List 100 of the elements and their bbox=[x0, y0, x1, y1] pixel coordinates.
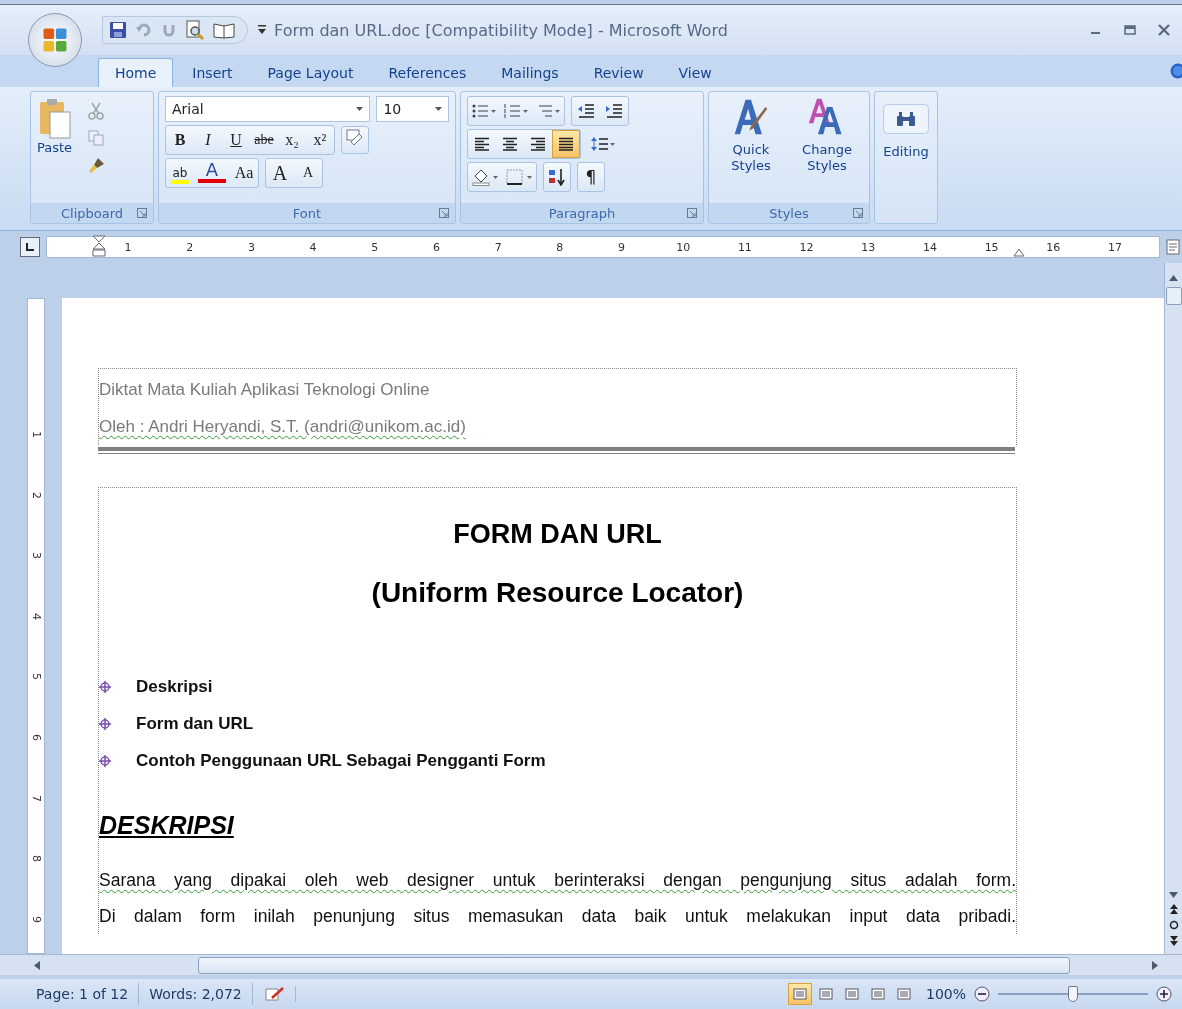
dialog-launcher-icon[interactable] bbox=[439, 208, 449, 218]
ribbon-tab[interactable]: Page Layout bbox=[251, 59, 370, 87]
ribbon-tab[interactable]: References bbox=[372, 59, 483, 87]
eraser-icon bbox=[346, 129, 364, 147]
font-name-field[interactable]: Arial bbox=[165, 96, 371, 122]
font-color-button[interactable]: A bbox=[198, 159, 226, 183]
bullet-icon bbox=[99, 717, 111, 730]
header-text: Diktat Mata Kuliah Aplikasi Teknologi Online bbox=[99, 379, 430, 401]
book-icon[interactable] bbox=[213, 21, 235, 39]
border-icon bbox=[506, 168, 532, 186]
paint-bucket-icon bbox=[472, 168, 498, 186]
page-count[interactable]: Page: 1 of 12 bbox=[26, 983, 140, 1005]
ruler-number: 13 bbox=[860, 240, 877, 254]
print-preview-icon[interactable] bbox=[185, 20, 205, 40]
dropdown-icon[interactable] bbox=[435, 107, 442, 111]
ribbon-tab[interactable]: View bbox=[662, 59, 728, 87]
horizontal-scrollbar[interactable] bbox=[0, 954, 1182, 975]
ruler-number: 1 bbox=[123, 240, 133, 254]
sort-button[interactable] bbox=[543, 162, 571, 192]
change-case-button[interactable]: Aa bbox=[230, 159, 258, 187]
styles-button[interactable]: Quick Styles bbox=[716, 96, 786, 197]
ribbon-tab[interactable]: Insert bbox=[176, 59, 249, 87]
ruler-number: 11 bbox=[736, 240, 753, 254]
close-icon[interactable] bbox=[1158, 24, 1170, 36]
align-button[interactable] bbox=[552, 130, 580, 158]
previous-page-icon[interactable] bbox=[1169, 904, 1178, 914]
ruler-number: 3 bbox=[30, 552, 42, 560]
dialog-launcher-icon[interactable] bbox=[137, 208, 147, 218]
font-size-field[interactable]: 10 bbox=[376, 96, 449, 122]
ruler-number: 6 bbox=[431, 240, 441, 254]
zoom-level[interactable]: 100% bbox=[925, 986, 966, 1002]
right-indent-marker-icon[interactable] bbox=[1013, 247, 1025, 257]
format-button[interactable]: x² bbox=[306, 126, 334, 154]
scroll-thumb[interactable] bbox=[1165, 287, 1182, 305]
maximize-icon[interactable] bbox=[1124, 24, 1136, 36]
numbered-list-icon bbox=[504, 103, 528, 119]
clear-formatting-button[interactable] bbox=[341, 126, 369, 154]
bullet-icon bbox=[99, 754, 111, 767]
scroll-left-icon[interactable] bbox=[34, 960, 40, 970]
format-button[interactable]: x₂ bbox=[278, 126, 306, 154]
group-label: Styles bbox=[769, 205, 809, 221]
align-icon bbox=[474, 137, 490, 151]
ruler-number: 7 bbox=[493, 240, 503, 254]
sort-icon bbox=[548, 168, 566, 186]
ribbon-tab[interactable]: Mailings bbox=[485, 59, 575, 87]
document-title: FORM DAN URL bbox=[452, 518, 663, 551]
indent-marker-icon[interactable] bbox=[92, 235, 106, 257]
format-button[interactable]: B bbox=[166, 126, 194, 154]
ruler-number: 9 bbox=[30, 915, 42, 923]
zoom-out-icon[interactable] bbox=[974, 986, 990, 1002]
scroll-down-icon[interactable] bbox=[1169, 892, 1178, 898]
group-label: Font bbox=[292, 205, 322, 221]
scroll-right-icon[interactable] bbox=[1152, 960, 1158, 970]
format-button[interactable]: I bbox=[194, 126, 222, 154]
styles-button[interactable]: Change Styles bbox=[792, 96, 862, 197]
dialog-launcher-icon[interactable] bbox=[853, 208, 863, 218]
bullet-text: Contoh Penggunaan URL Sebagai Pengganti Form bbox=[136, 750, 546, 771]
bullet-text: Form dan URL bbox=[136, 713, 254, 734]
customize-toolbar-icon[interactable] bbox=[258, 25, 266, 35]
browse-object-icon[interactable] bbox=[1168, 920, 1179, 930]
paste-button[interactable]: Paste bbox=[37, 98, 73, 197]
office-button[interactable] bbox=[28, 13, 82, 67]
ruler-number: 16 bbox=[1045, 240, 1062, 254]
dropdown-icon[interactable] bbox=[356, 107, 364, 111]
save-icon[interactable] bbox=[109, 21, 127, 39]
ribbon-tab[interactable]: Home bbox=[98, 58, 174, 87]
ruler-number: 7 bbox=[30, 794, 42, 802]
shrink-font-button[interactable]: A bbox=[294, 159, 322, 187]
zoom-in-icon[interactable] bbox=[1156, 986, 1172, 1002]
dialog-launcher-icon[interactable] bbox=[687, 208, 697, 218]
format-button[interactable]: U bbox=[222, 126, 250, 154]
show-formatting-button[interactable]: ¶ bbox=[577, 162, 605, 192]
ruler-number: 6 bbox=[30, 733, 42, 741]
ruler-number: 2 bbox=[185, 240, 195, 254]
header-text: Oleh : Andri Heryandi, S.T. (andri@unikom.ac.id) bbox=[99, 416, 466, 438]
word-count[interactable]: Words: 2,072 bbox=[139, 983, 253, 1005]
body-text: Sarana yang dipakai oleh web designer untuk berinteraksi dengan pengunjung situs adalah form. bbox=[99, 869, 1016, 892]
ribbon-tab[interactable]: Review bbox=[577, 59, 660, 87]
format-painter-icon[interactable] bbox=[88, 156, 107, 174]
grow-font-button[interactable]: A bbox=[266, 159, 294, 187]
ruler-number: 14 bbox=[921, 240, 938, 254]
format-button[interactable]: abe bbox=[250, 126, 278, 154]
increase-indent-icon bbox=[605, 103, 623, 119]
bullet-icon bbox=[99, 680, 111, 693]
body-text: Di dalam form inilah penunjung situs memasukan data baik untuk melakukan input data pribadi. bbox=[99, 905, 1016, 928]
tab-selector-button[interactable] bbox=[20, 237, 40, 257]
zoom-slider-thumb[interactable] bbox=[1068, 986, 1078, 1002]
highlight-button[interactable]: ab bbox=[166, 159, 194, 187]
help-icon[interactable] bbox=[1170, 63, 1182, 79]
view-ruler-icon[interactable] bbox=[1166, 239, 1180, 255]
scroll-up-icon[interactable] bbox=[1169, 275, 1178, 281]
scroll-thumb[interactable] bbox=[198, 956, 1070, 974]
page-view-icon bbox=[870, 988, 885, 1000]
ruler-number: 2 bbox=[30, 491, 42, 499]
view-button[interactable] bbox=[787, 983, 812, 1005]
multilevel-list-icon bbox=[536, 103, 560, 119]
vertical-scrollbar[interactable] bbox=[1164, 263, 1182, 954]
next-page-icon[interactable] bbox=[1169, 936, 1178, 946]
ruler-number: 5 bbox=[30, 673, 42, 681]
ruler-number: 4 bbox=[308, 240, 318, 254]
